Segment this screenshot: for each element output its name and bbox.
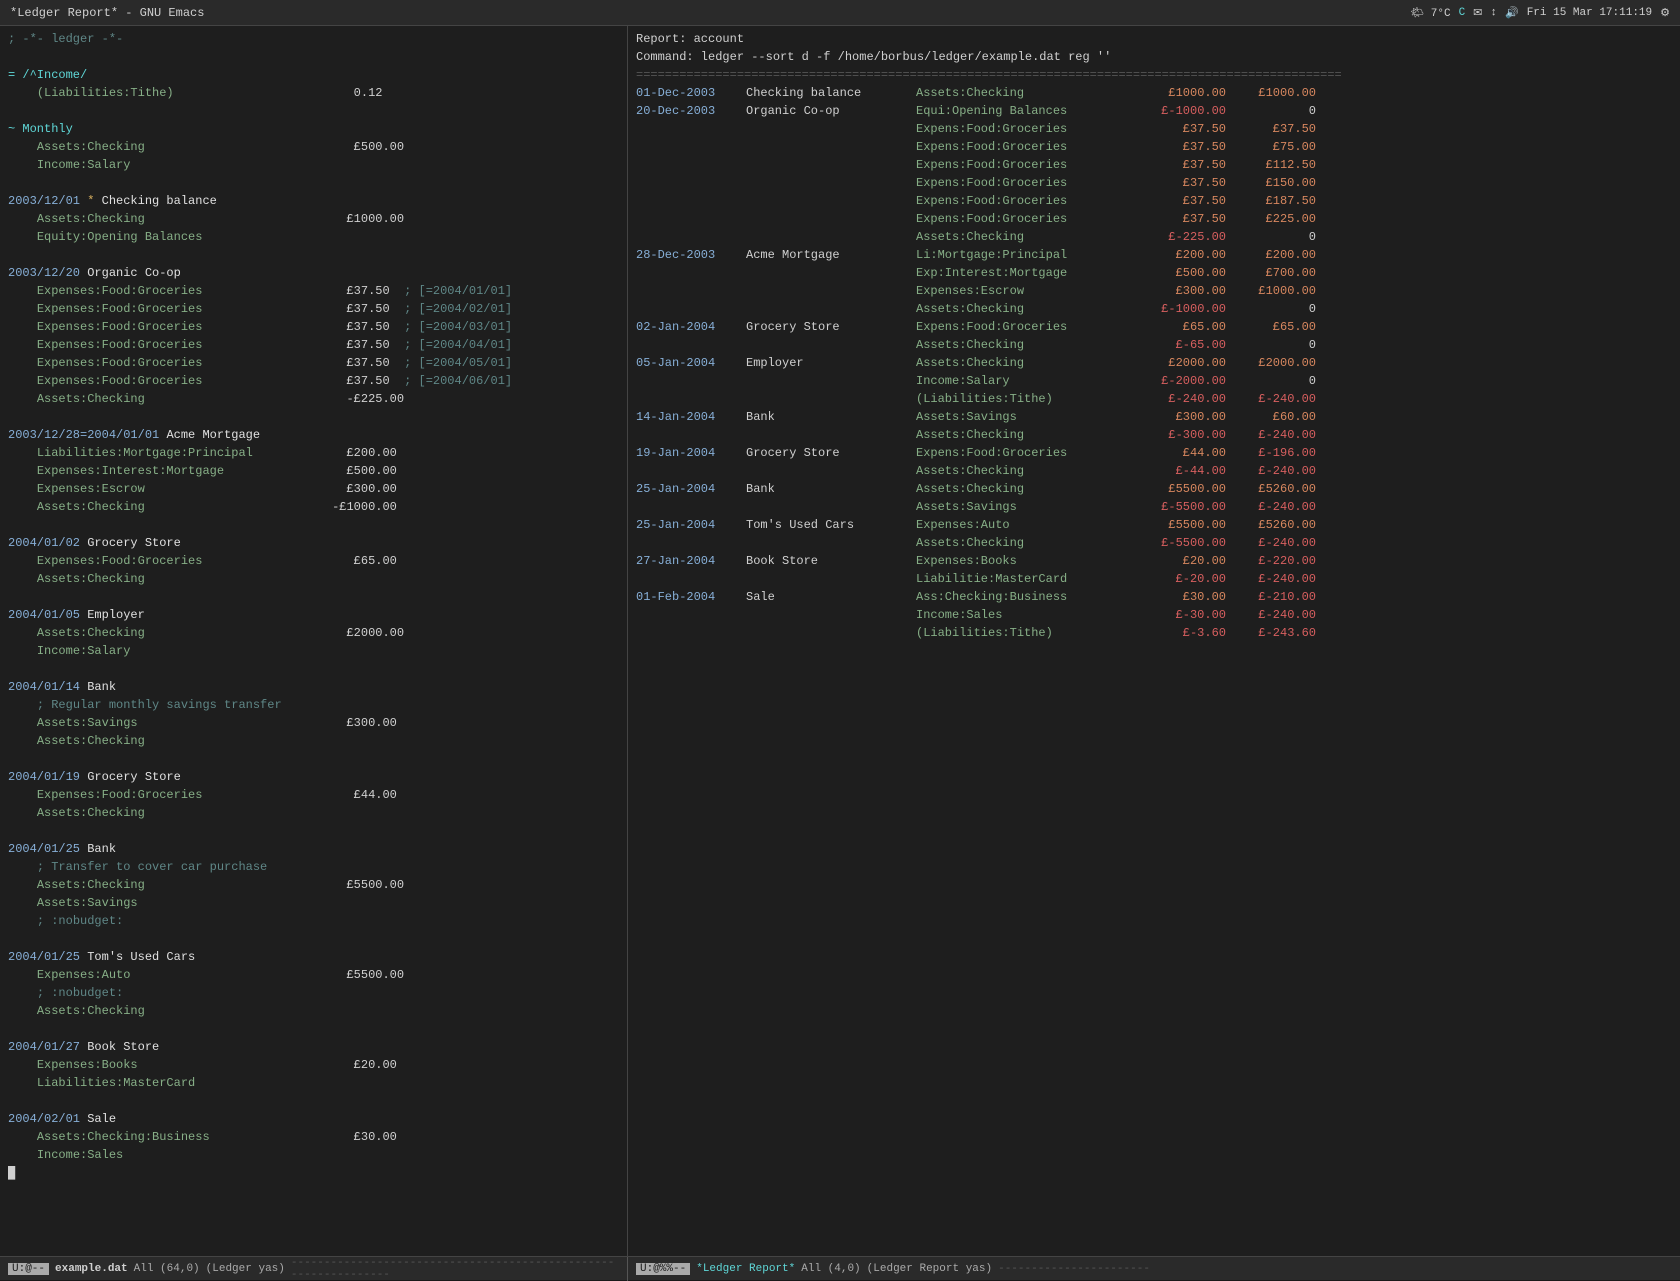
status-fill-right: ----------------------- (998, 1263, 1672, 1275)
entry-row: (Liabilities:Tithe) £-240.00 £-240.00 (636, 390, 1672, 408)
settings-icon[interactable]: ⚙ (1660, 6, 1670, 20)
status-mode-left: U:@-- (8, 1263, 49, 1275)
status-info-left: All (64,0) (134, 1263, 200, 1275)
network-icon: ↕ (1490, 7, 1497, 19)
left-content: ; -*- ledger -*- = /^Income/ (Liabilitie… (8, 30, 619, 1182)
entry-row: Exp:Interest:Mortgage £500.00 £700.00 (636, 264, 1672, 282)
email-icon[interactable]: ✉ (1473, 6, 1482, 20)
status-filename: example.dat (55, 1263, 128, 1275)
entry-row: 01-Dec-2003 Checking balance Assets:Chec… (636, 84, 1672, 102)
entry-row: Assets:Savings £-5500.00 £-240.00 (636, 498, 1672, 516)
entry-row: Assets:Checking £-44.00 £-240.00 (636, 462, 1672, 480)
status-mode2-right: (Ledger Report yas) (867, 1263, 992, 1275)
entry-row: Assets:Checking £-300.00 £-240.00 (636, 426, 1672, 444)
entry-row: 02-Jan-2004 Grocery Store Expens:Food:Gr… (636, 318, 1672, 336)
entry-row: 01-Feb-2004 Sale Ass:Checking:Business £… (636, 588, 1672, 606)
entry-row: 25-Jan-2004 Tom's Used Cars Expenses:Aut… (636, 516, 1672, 534)
status-bufname: *Ledger Report* (696, 1263, 795, 1275)
entry-row: (Liabilities:Tithe) £-3.60 £-243.60 (636, 624, 1672, 642)
entry-row: 28-Dec-2003 Acme Mortgage Li:Mortgage:Pr… (636, 246, 1672, 264)
status-bar: U:@-- example.dat All (64,0) (Ledger yas… (0, 1256, 1680, 1280)
datetime: Fri 15 Mar 17:11:19 (1527, 7, 1652, 19)
weather-icon: 🌤 7°C (1410, 6, 1450, 20)
entry-row: 27-Jan-2004 Book Store Expenses:Books £2… (636, 552, 1672, 570)
entry-row: 25-Jan-2004 Bank Assets:Checking £5500.0… (636, 480, 1672, 498)
left-pane[interactable]: ; -*- ledger -*- = /^Income/ (Liabilitie… (0, 26, 628, 1256)
entry-row: Expens:Food:Groceries £37.50 £75.00 (636, 138, 1672, 156)
entry-row: Income:Sales £-30.00 £-240.00 (636, 606, 1672, 624)
entry-row: Expens:Food:Groceries £37.50 £150.00 (636, 174, 1672, 192)
entry-row: Assets:Checking £-65.00 0 (636, 336, 1672, 354)
title-bar: *Ledger Report* - GNU Emacs 🌤 7°C C ✉ ↕ … (0, 0, 1680, 26)
volume-icon[interactable]: 🔊 (1505, 6, 1519, 20)
entry-row: Expens:Food:Groceries £37.50 £112.50 (636, 156, 1672, 174)
entry-row: Income:Salary £-2000.00 0 (636, 372, 1672, 390)
title-text: *Ledger Report* - GNU Emacs (10, 6, 204, 20)
status-fill-left: ----------------------------------------… (291, 1257, 619, 1281)
entry-row: 14-Jan-2004 Bank Assets:Savings £300.00 … (636, 408, 1672, 426)
entry-row: Assets:Checking £-1000.00 0 (636, 300, 1672, 318)
status-mode2-left: (Ledger yas) (206, 1263, 285, 1275)
right-header: Report: account Command: ledger --sort d… (636, 30, 1672, 84)
refresh-icon[interactable]: C (1459, 7, 1466, 19)
entry-row: Assets:Checking £-225.00 0 (636, 228, 1672, 246)
entry-row: Expens:Food:Groceries £37.50 £225.00 (636, 210, 1672, 228)
entry-row: 19-Jan-2004 Grocery Store Expens:Food:Gr… (636, 444, 1672, 462)
entry-row: Expens:Food:Groceries £37.50 £187.50 (636, 192, 1672, 210)
entry-row: 20-Dec-2003 Organic Co-op Equi:Opening B… (636, 102, 1672, 120)
entry-row: Expens:Food:Groceries £37.50 £37.50 (636, 120, 1672, 138)
status-mode-right: U:@%%-- (636, 1263, 690, 1275)
status-info-right: All (4,0) (801, 1263, 860, 1275)
right-pane[interactable]: Report: account Command: ledger --sort d… (628, 26, 1680, 1256)
entry-row: Liabilitie:MasterCard £-20.00 £-240.00 (636, 570, 1672, 588)
entry-row: Expenses:Escrow £300.00 £1000.00 (636, 282, 1672, 300)
entry-row: Assets:Checking £-5500.00 £-240.00 (636, 534, 1672, 552)
entry-row: 05-Jan-2004 Employer Assets:Checking £20… (636, 354, 1672, 372)
